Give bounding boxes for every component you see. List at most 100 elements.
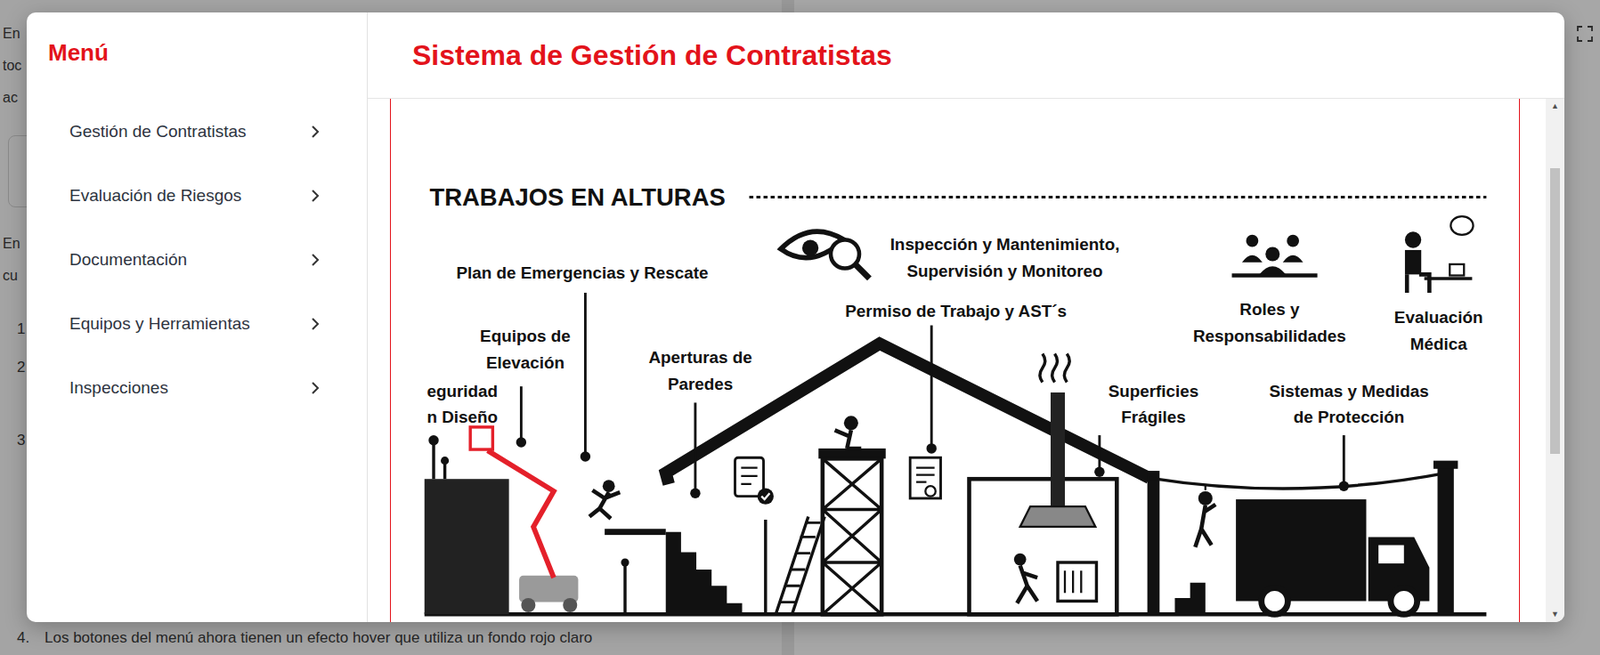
infographic-label: Aperturas deParedes — [648, 348, 752, 394]
worker-body — [835, 430, 862, 449]
scrollbar[interactable]: ▲▼ — [1545, 98, 1565, 623]
chevron-icon — [310, 316, 320, 332]
house — [665, 343, 1161, 615]
infographic-label: Inspección y Mantenimiento,Supervisión y… — [890, 235, 1121, 281]
scaffold-frame — [822, 458, 882, 615]
label-line: Supervisión y Monitoreo — [907, 261, 1104, 281]
pole-dot — [440, 456, 449, 465]
lifeline — [1149, 461, 1458, 616]
welder-head — [1014, 553, 1027, 567]
welder-body — [1016, 565, 1038, 603]
label-line: Superficies — [1108, 381, 1200, 401]
leader-line — [925, 325, 936, 455]
speech-bubble — [1450, 216, 1473, 236]
person-body — [589, 490, 620, 520]
stairs — [604, 528, 742, 615]
machine-lines — [1064, 570, 1081, 593]
menu-label: Documentación — [69, 250, 187, 270]
aerial-lift — [470, 427, 578, 613]
infographic-frame: TRABAJOS EN ALTURAS Plan de Emergencias y… — [389, 98, 1520, 623]
menu-label: Equipos y Herramientas — [69, 314, 251, 334]
lift-wheel — [562, 598, 577, 613]
pole-dot — [428, 435, 439, 446]
menu-item[interactable]: Documentación — [48, 227, 346, 293]
building-block — [424, 479, 510, 615]
title-dashed-line — [749, 195, 1487, 199]
welding-machine — [1057, 562, 1097, 602]
label-line: Evaluación — [1394, 308, 1484, 327]
eye-pupil — [802, 239, 819, 256]
infographic-label: eguridadn Diseño — [426, 381, 498, 428]
infographic-label: Roles y Responsabilidades — [1193, 300, 1347, 346]
team-table — [1232, 273, 1318, 278]
chimney-stack — [1050, 392, 1065, 515]
label-line: Sistemas y Medidas — [1268, 381, 1429, 401]
label-line: Aperturas de — [648, 348, 752, 367]
menu-item[interactable]: Gestión de Contratistas — [48, 99, 346, 164]
infographic-label: Plan de Emergencias y Rescate — [455, 263, 708, 283]
smoke — [1039, 354, 1070, 383]
truck-wheel — [1390, 588, 1418, 616]
label-line: Elevación — [486, 353, 565, 373]
lift-wheel — [520, 598, 536, 613]
leader-dot — [580, 451, 591, 462]
infographic-title: TRABAJOS EN ALTURAS — [429, 183, 725, 212]
chevron-icon — [310, 124, 320, 139]
clipboard-board — [735, 457, 764, 496]
chevron-icon — [310, 252, 320, 268]
label-line: eguridad — [426, 381, 498, 401]
scroll-thumb[interactable] — [1550, 168, 1560, 455]
clipboard-lines — [740, 468, 757, 485]
label-line: Roles y — [1239, 300, 1300, 319]
sidebar: Menú Gestión de Contratistas Evaluación de… — [26, 12, 368, 623]
list-text: Los botones del menú ahora tienen un efe… — [44, 622, 593, 655]
inspection-icon — [780, 231, 870, 279]
leader-dot — [1339, 481, 1349, 492]
menu-label: Evaluación de Riesgos — [69, 186, 242, 206]
leader-line — [516, 386, 527, 448]
scroll-up-button[interactable]: ▲ — [1545, 98, 1565, 114]
pole — [763, 519, 767, 615]
scaffold — [818, 415, 886, 615]
page: EntocacEncu1234.Los botones del menú aho… — [0, 0, 1600, 655]
magnifier-lens — [830, 239, 860, 269]
house-wall — [1147, 471, 1161, 615]
menu-item[interactable]: Inspecciones — [48, 356, 346, 421]
leader-dot — [925, 443, 936, 454]
magnifier-handle — [854, 264, 870, 279]
infographic-label: Permiso de Trabajo y AST´s — [844, 301, 1067, 321]
leader-line — [580, 292, 591, 463]
patient-head — [1405, 231, 1422, 248]
menu-item[interactable]: Equipos y Herramientas — [48, 292, 346, 357]
welder — [1014, 553, 1097, 604]
left-building — [424, 435, 510, 615]
certificate-icon — [909, 457, 941, 499]
leader-stem — [1097, 435, 1101, 472]
infographic-label: Superficies Frágiles — [1108, 381, 1200, 428]
scroll-area: TRABAJOS EN ALTURAS Plan de Emergencias y… — [367, 98, 1546, 623]
content: TRABAJOS EN ALTURAS Plan de Emergencias y… — [367, 98, 1565, 623]
chimney — [1020, 354, 1097, 528]
label-line: Permiso de Trabajo y AST´s — [844, 301, 1067, 321]
menu-item[interactable]: Evaluación de Riesgos — [48, 163, 346, 228]
person-body — [1194, 504, 1216, 548]
check-mark — [761, 493, 770, 500]
label-line: Responsabilidades — [1193, 326, 1347, 346]
steps — [665, 532, 743, 616]
team-icon — [1232, 235, 1318, 277]
chevron-icon — [310, 188, 320, 204]
label-line: Frágiles — [1120, 407, 1186, 427]
leader-stem — [584, 292, 587, 457]
small-steps — [1174, 583, 1205, 615]
pole-dot — [620, 558, 629, 567]
menu-label: Gestión de Contratistas — [69, 121, 247, 142]
leader-line — [1339, 435, 1349, 492]
lanyard — [1204, 484, 1207, 491]
menu-heading: Menú — [26, 12, 367, 66]
ladder — [775, 517, 825, 616]
person-head — [602, 479, 616, 493]
fullscreen-icon[interactable] — [1575, 24, 1594, 43]
hood — [1020, 506, 1097, 528]
scroll-track[interactable] — [1545, 113, 1565, 608]
ladder-rungs — [779, 522, 821, 602]
